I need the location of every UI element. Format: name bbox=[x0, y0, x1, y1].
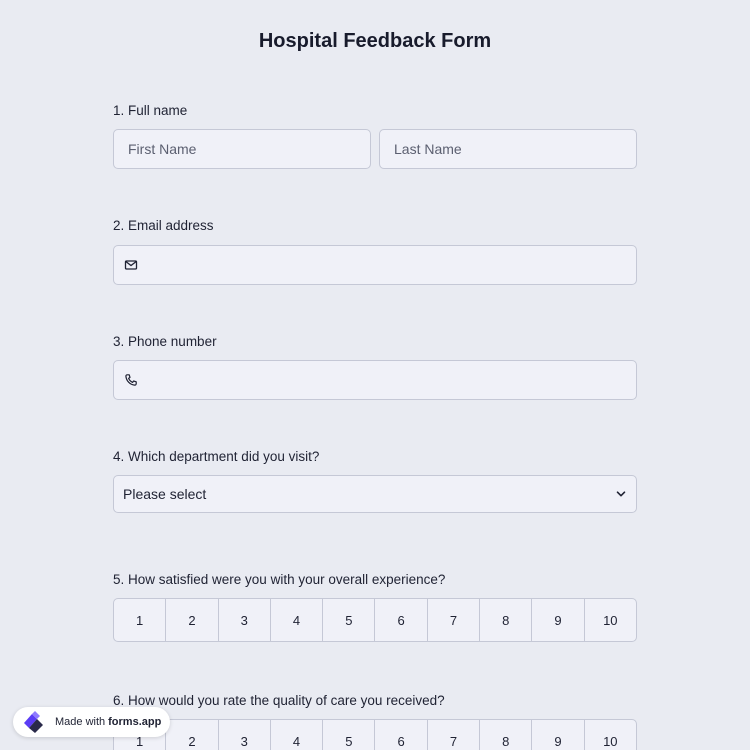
last-name-input[interactable] bbox=[380, 130, 636, 168]
badge-text: Made with bbox=[55, 716, 106, 728]
question-satisfaction: 5. How satisfied were you with your over… bbox=[113, 572, 637, 587]
department-select[interactable]: Please select bbox=[113, 475, 637, 513]
chevron-down-icon bbox=[616, 491, 626, 497]
scale-option[interactable]: 6 bbox=[375, 720, 428, 750]
first-name-field[interactable] bbox=[113, 129, 371, 169]
quality-scale: 1 2 3 4 5 6 7 8 9 10 bbox=[113, 719, 637, 750]
email-input[interactable] bbox=[114, 246, 636, 284]
question-label: 5. How satisfied were you with your over… bbox=[113, 572, 446, 587]
question-label: 4. Which department did you visit? bbox=[113, 449, 320, 464]
satisfaction-scale: 1 2 3 4 5 6 7 8 9 10 bbox=[113, 598, 637, 642]
select-value: Please select bbox=[123, 486, 207, 502]
scale-option[interactable]: 3 bbox=[219, 599, 271, 641]
scale-option[interactable]: 4 bbox=[271, 599, 324, 641]
scale-option[interactable]: 6 bbox=[375, 599, 428, 641]
first-name-input[interactable] bbox=[114, 130, 370, 168]
scale-option[interactable]: 2 bbox=[166, 599, 219, 641]
phone-field[interactable] bbox=[113, 360, 637, 400]
badge-brand: forms.app bbox=[108, 716, 162, 728]
question-label: 6. How would you rate the quality of car… bbox=[113, 693, 445, 708]
question-quality-of-care: 6. How would you rate the quality of car… bbox=[113, 693, 637, 708]
question-phone: 3. Phone number bbox=[113, 334, 637, 349]
scale-option[interactable]: 9 bbox=[532, 720, 585, 750]
scale-option[interactable]: 5 bbox=[323, 599, 376, 641]
scale-option[interactable]: 9 bbox=[532, 599, 585, 641]
form-page: Hospital Feedback Form 1. Full name 2. E… bbox=[0, 0, 750, 750]
forms-app-logo-icon bbox=[24, 711, 43, 733]
scale-option[interactable]: 4 bbox=[271, 720, 324, 750]
phone-input[interactable] bbox=[114, 361, 636, 399]
scale-option[interactable]: 10 bbox=[585, 599, 636, 641]
phone-icon bbox=[125, 374, 137, 386]
made-with-badge[interactable]: Made with forms.app bbox=[13, 707, 170, 737]
form-title: Hospital Feedback Form bbox=[258, 30, 492, 52]
mail-icon bbox=[124, 260, 138, 270]
last-name-field[interactable] bbox=[379, 129, 637, 169]
question-label: 2. Email address bbox=[113, 218, 214, 233]
scale-option[interactable]: 5 bbox=[323, 720, 376, 750]
scale-option[interactable]: 7 bbox=[428, 599, 481, 641]
scale-option[interactable]: 2 bbox=[166, 720, 219, 750]
question-label: 1. Full name bbox=[113, 103, 188, 118]
question-full-name: 1. Full name bbox=[113, 103, 637, 118]
scale-option[interactable]: 7 bbox=[428, 720, 481, 750]
scale-option[interactable]: 10 bbox=[585, 720, 636, 750]
scale-option[interactable]: 3 bbox=[219, 720, 271, 750]
question-label: 3. Phone number bbox=[113, 334, 217, 349]
scale-option[interactable]: 1 bbox=[114, 599, 167, 641]
scale-option[interactable]: 8 bbox=[480, 720, 533, 750]
scale-option[interactable]: 8 bbox=[480, 599, 533, 641]
question-email: 2. Email address bbox=[113, 218, 637, 233]
question-department: 4. Which department did you visit? bbox=[113, 449, 637, 464]
email-field[interactable] bbox=[113, 245, 637, 285]
